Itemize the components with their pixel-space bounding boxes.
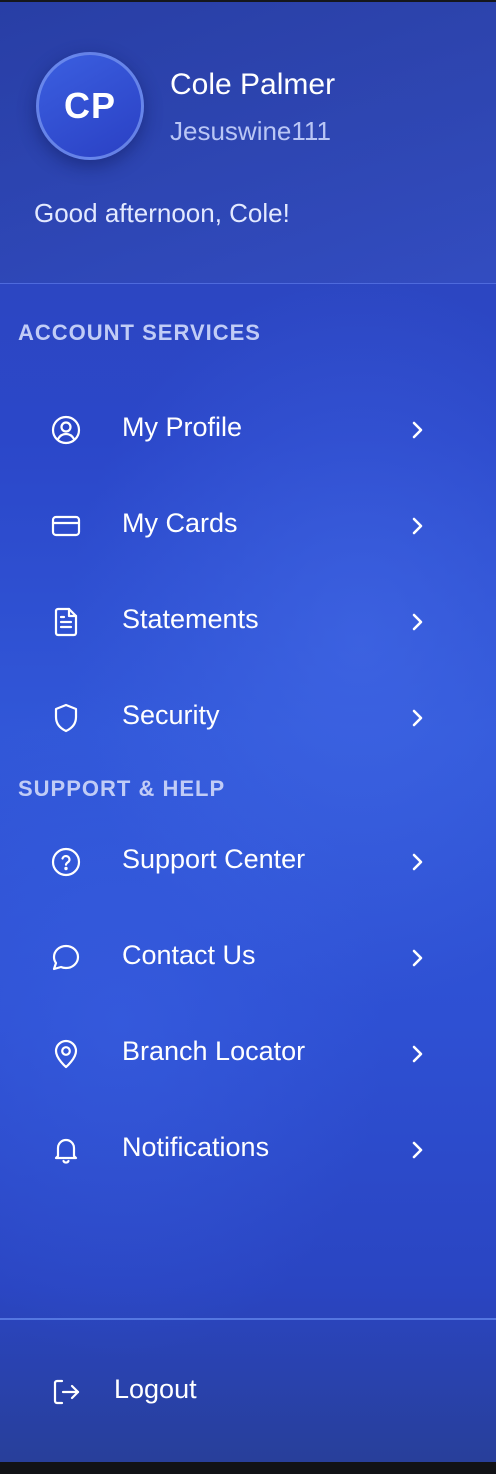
bottom-bar [0,1462,496,1474]
document-icon [50,606,82,638]
chevron-right-icon [406,608,430,636]
menu-item-statements[interactable]: Statements [0,574,496,670]
menu-item-support-center[interactable]: Support Center [0,814,496,910]
bell-icon [50,1134,82,1166]
help-circle-icon [50,846,82,878]
header-divider [0,283,496,284]
menu-item-label: Statements [122,604,259,634]
profile-header: CP Cole Palmer Jesuswine111 Good afterno… [0,2,496,283]
menu-item-security[interactable]: Security [0,670,496,766]
menu-item-label: Security [122,700,220,730]
greeting-text: Good afternoon, Cole! [34,198,290,228]
avatar[interactable]: CP [36,52,144,160]
chevron-right-icon [406,848,430,876]
menu-item-branch-locator[interactable]: Branch Locator [0,1006,496,1102]
menu-item-label: Support Center [122,844,306,874]
chevron-right-icon [406,1136,430,1164]
map-pin-icon [50,1038,82,1070]
credit-card-icon [50,510,82,542]
logout-button[interactable]: Logout [0,1348,496,1438]
menu-item-my-profile[interactable]: My Profile [0,382,496,478]
user-circle-icon [50,414,82,446]
chevron-right-icon [406,416,430,444]
user-name: Cole Palmer [170,68,336,101]
menu-item-label: My Cards [122,508,238,538]
logout-label: Logout [114,1374,197,1404]
shield-icon [50,702,82,734]
footer-divider [0,1318,496,1320]
menu-item-label: My Profile [122,412,243,442]
menu-item-label: Branch Locator [122,1036,306,1066]
user-handle: Jesuswine111 [170,116,331,146]
avatar-initials: CP [63,85,116,126]
section-title-account-services: ACCOUNT SERVICES [18,320,261,345]
menu-item-label: Notifications [122,1132,270,1162]
chevron-right-icon [406,512,430,540]
menu-item-notifications[interactable]: Notifications [0,1102,496,1198]
chevron-right-icon [406,1040,430,1068]
menu-item-my-cards[interactable]: My Cards [0,478,496,574]
menu-item-label: Contact Us [122,940,256,970]
logout-icon [50,1376,82,1408]
section-title-support-help: SUPPORT & HELP [18,776,226,801]
chevron-right-icon [406,704,430,732]
chevron-right-icon [406,944,430,972]
menu-item-contact-us[interactable]: Contact Us [0,910,496,1006]
navigation-drawer: CP Cole Palmer Jesuswine111 Good afterno… [0,2,496,1462]
chat-bubble-icon [50,942,82,974]
